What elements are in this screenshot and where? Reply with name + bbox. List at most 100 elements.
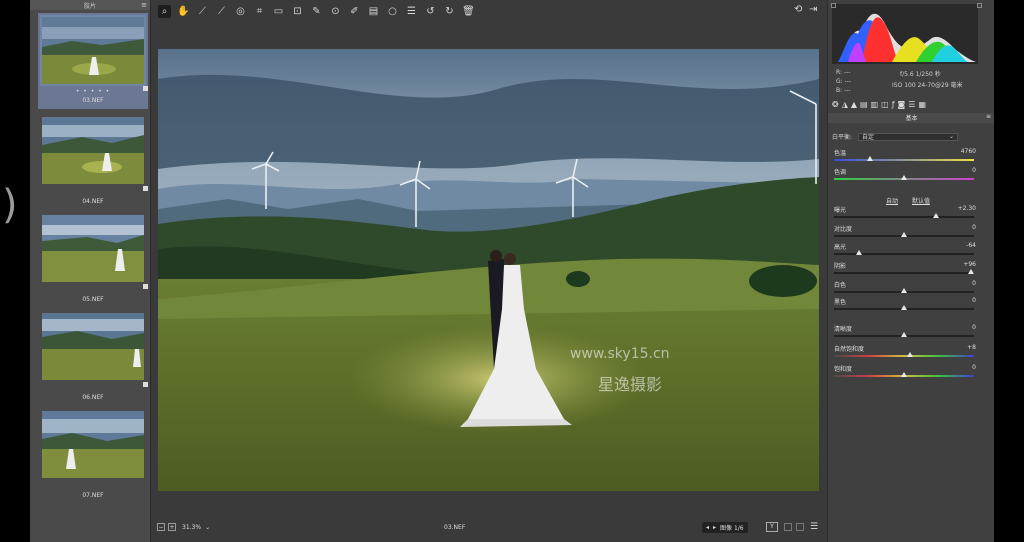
clipping-highlight-icon[interactable]: [977, 3, 982, 8]
slider-thumb[interactable]: [901, 305, 907, 310]
rotate-right-icon[interactable]: ↻: [443, 5, 456, 18]
settings-menu-icon[interactable]: ☰: [810, 522, 818, 532]
edited-badge-icon: [143, 86, 148, 91]
presets-icon[interactable]: ☰: [405, 5, 418, 18]
crop-icon[interactable]: ⌗: [253, 5, 266, 18]
straighten-icon[interactable]: ▭: [272, 5, 285, 18]
prev-image-icon[interactable]: ◂: [706, 524, 709, 531]
slider-label: 阴影: [834, 263, 847, 270]
slider-thumb[interactable]: [901, 232, 907, 237]
tab-effects-icon[interactable]: ƒ: [892, 100, 895, 110]
tab-detail-icon[interactable]: ▲: [851, 100, 857, 110]
transform-icon[interactable]: ⊡: [291, 5, 304, 18]
exif-iso-lens: ISO 100 24-70@29 毫米: [892, 82, 963, 89]
edited-badge-icon: [143, 284, 148, 289]
thumb-rating[interactable]: • • • • •: [38, 88, 148, 95]
filmstrip-thumb-3[interactable]: 05.NEF: [38, 215, 148, 307]
zoom-level[interactable]: 31.3%: [182, 524, 201, 531]
auto-link[interactable]: 自动: [886, 198, 898, 205]
thumb-filename: 06.NEF: [82, 394, 104, 401]
panel-menu-icon[interactable]: ≡: [986, 113, 991, 120]
white-balance-select[interactable]: 自定 ⌄: [858, 132, 959, 141]
tab-snapshots-icon[interactable]: ▦: [918, 100, 926, 110]
zoom-out-button[interactable]: −: [157, 523, 165, 531]
slider-thumb[interactable]: [856, 250, 863, 255]
slider-track[interactable]: [834, 355, 974, 357]
filmstrip-header: 胶片 ≡: [30, 0, 150, 10]
zoom-in-button[interactable]: +: [168, 523, 176, 531]
slider-label: 曝光: [834, 207, 847, 214]
tab-basic-icon[interactable]: ❂: [832, 100, 839, 110]
tab-split-toning-icon[interactable]: ▥: [871, 100, 879, 110]
slider-value[interactable]: 0: [972, 280, 976, 287]
radial-filter-icon[interactable]: ○: [386, 5, 399, 18]
slider-value[interactable]: +96: [963, 261, 976, 268]
slider-label: 黑色: [834, 299, 847, 306]
hand-icon[interactable]: ✋: [177, 5, 190, 18]
slider-value[interactable]: 0: [972, 364, 976, 371]
rotate-left-icon[interactable]: ↺: [424, 5, 437, 18]
tab-presets-icon[interactable]: ☰: [908, 100, 915, 110]
slider-label: 清晰度: [834, 326, 853, 333]
filmstrip-thumb-1[interactable]: • • • • • 03.NEF: [38, 13, 148, 109]
spot-removal-icon[interactable]: ✎: [310, 5, 323, 18]
filmstrip-thumb-2[interactable]: 04.NEF: [38, 117, 148, 209]
color-sampler-icon[interactable]: ⟋: [215, 5, 228, 18]
sync-icon[interactable]: ⟲: [794, 4, 802, 15]
slider-thumb[interactable]: [933, 213, 940, 218]
thumb-filename: 03.NEF: [82, 97, 104, 104]
graduated-filter-icon[interactable]: ▤: [367, 5, 380, 18]
slider-label: 色温: [834, 150, 847, 157]
slider-value[interactable]: 0: [972, 297, 976, 304]
slider-track[interactable]: [834, 159, 974, 161]
edited-badge-icon: [143, 382, 148, 387]
red-eye-icon[interactable]: ⊙: [329, 5, 342, 18]
filmstrip-thumb-5[interactable]: 07.NEF: [38, 411, 148, 503]
before-after-toggle[interactable]: Y: [766, 522, 778, 532]
slider-value[interactable]: +8: [967, 344, 976, 351]
slider-thumb[interactable]: [968, 269, 975, 274]
slider-track[interactable]: [834, 253, 974, 255]
tab-lens-icon[interactable]: ◫: [881, 100, 889, 110]
tab-hsl-icon[interactable]: ▤: [860, 100, 868, 110]
slider-value[interactable]: 4760: [961, 148, 976, 155]
filmstrip-thumb-4[interactable]: 06.NEF: [38, 313, 148, 405]
trash-icon[interactable]: 🗑: [462, 5, 475, 18]
slider-thumb[interactable]: [901, 288, 907, 293]
white-balance-icon[interactable]: ⟋: [196, 5, 209, 18]
slider-thumb[interactable]: [906, 352, 913, 357]
thumb-filename: 04.NEF: [82, 198, 104, 205]
tab-camera-calibration-icon[interactable]: ◙: [898, 100, 906, 110]
slider-value[interactable]: -64: [966, 242, 976, 249]
tab-tone-curve-icon[interactable]: ◮: [842, 100, 848, 110]
slider-track[interactable]: [834, 216, 974, 218]
chevron-down-icon[interactable]: ⌄: [205, 524, 210, 531]
fullscreen-icon[interactable]: ⇥: [809, 4, 817, 15]
target-adjust-icon[interactable]: ◎: [234, 5, 247, 18]
next-image-icon[interactable]: ▸: [713, 524, 716, 531]
slider-value[interactable]: 0: [972, 324, 976, 331]
slider-track[interactable]: [834, 272, 974, 274]
preview-image[interactable]: www.sky15.cn 星逸摄影: [158, 49, 819, 491]
slider-value[interactable]: 0: [972, 167, 976, 174]
filmstrip-menu-icon[interactable]: ≡: [141, 1, 147, 9]
adjustment-brush-icon[interactable]: ✐: [348, 5, 361, 18]
watermark-text: 星逸摄影: [598, 375, 663, 394]
current-filename: 03.NEF: [444, 523, 466, 531]
swap-icon[interactable]: [784, 523, 792, 531]
slider-thumb[interactable]: [901, 332, 907, 337]
clipping-shadow-icon[interactable]: [831, 3, 836, 8]
white-balance-value: 自定: [862, 134, 875, 141]
default-link[interactable]: 默认值: [912, 198, 930, 205]
copy-settings-icon[interactable]: [796, 523, 804, 531]
zoom-icon[interactable]: ⌕: [158, 4, 171, 18]
slider-label: 对比度: [834, 226, 853, 233]
slider-value[interactable]: 0: [972, 224, 976, 231]
watermark-url: www.sky15.cn: [570, 346, 670, 362]
thumb-image: [42, 215, 144, 282]
slider-thumb[interactable]: [901, 372, 907, 377]
slider-thumb[interactable]: [867, 156, 874, 161]
auto-default-row: 自动 默认值: [828, 196, 988, 205]
slider-value[interactable]: +2.30: [958, 205, 976, 212]
slider-thumb[interactable]: [901, 175, 907, 180]
